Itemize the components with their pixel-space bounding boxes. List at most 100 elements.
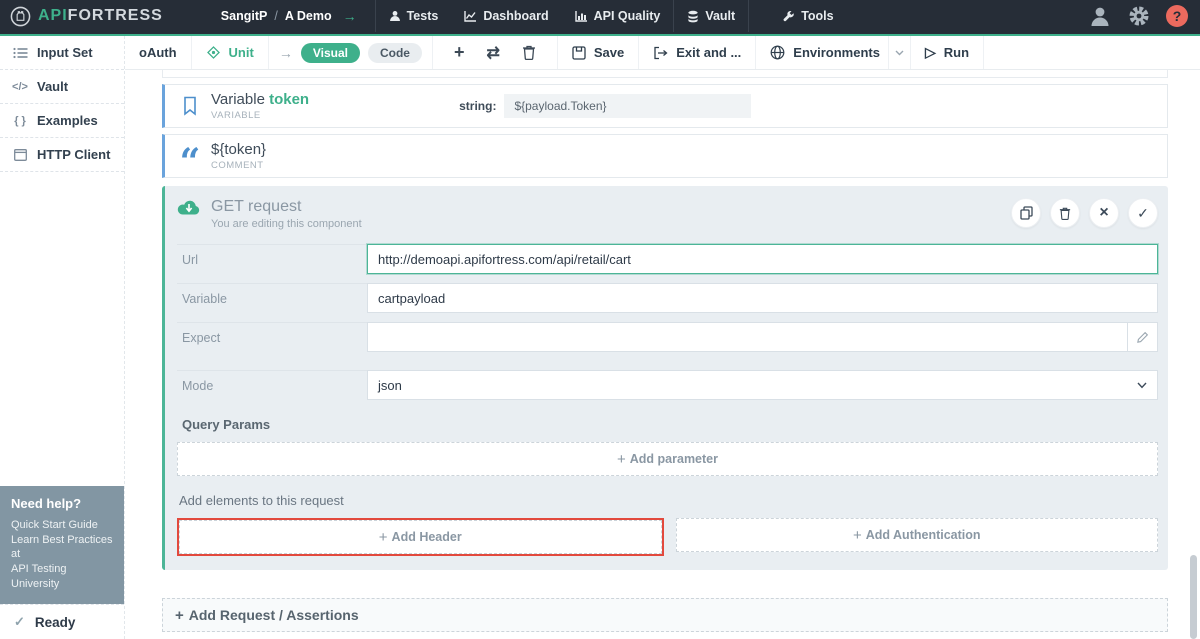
variable-name: token xyxy=(269,91,309,108)
add-component-button[interactable]: + xyxy=(443,42,476,63)
browser-window-icon xyxy=(12,149,28,161)
nav-dashboard[interactable]: Dashboard xyxy=(451,0,561,32)
get-request-title: GET request xyxy=(211,198,362,216)
cloud-download-icon xyxy=(177,198,201,216)
copy-icon xyxy=(1020,206,1033,220)
need-help-title: Need help? xyxy=(11,496,114,511)
help-link-quick-start[interactable]: Quick Start Guide xyxy=(11,518,114,533)
sidebar-item-label: Input Set xyxy=(37,45,93,60)
help-link-university[interactable]: API Testing University xyxy=(11,562,114,592)
sidebar-spacer xyxy=(0,172,124,486)
duplicate-component-button[interactable] xyxy=(1011,198,1041,228)
comment-component-title: ${token} xyxy=(211,141,266,158)
sidebar-item-label: Examples xyxy=(37,113,98,128)
nav-tests[interactable]: Tests xyxy=(376,0,452,32)
unit-tab[interactable]: Unit xyxy=(192,36,269,69)
add-request-assertions-button[interactable]: + Add Request / Assertions xyxy=(162,598,1168,632)
add-authentication-button[interactable]: + Add Authentication xyxy=(676,518,1159,552)
logo-text: APIFORTRESS xyxy=(38,7,163,25)
fortress-logo-icon xyxy=(10,6,31,27)
nav-vault[interactable]: Vault xyxy=(674,0,748,32)
variable-component-type: VARIABLE xyxy=(211,110,309,121)
get-request-edit-panel: GET request You are editing this compone… xyxy=(162,186,1168,570)
close-icon: × xyxy=(1099,204,1108,222)
test-composer-canvas: Variable token VARIABLE string: ${payloa… xyxy=(125,70,1200,639)
expect-field-row: Expect xyxy=(177,322,1158,352)
divider xyxy=(748,0,749,32)
comment-component-card[interactable]: “ ${token} COMMENT xyxy=(162,134,1168,178)
top-navigation-bar: APIFORTRESS SangitP / A Demo → Tests Das… xyxy=(0,0,1200,36)
mode-field-label: Mode xyxy=(177,370,367,400)
expect-input[interactable] xyxy=(367,322,1128,352)
sidebar-item-input-set[interactable]: Input Set xyxy=(0,36,124,70)
check-icon: ✓ xyxy=(14,614,25,630)
swap-arrows-icon: ⇄ xyxy=(486,43,499,63)
plus-icon: + xyxy=(175,607,184,624)
variable-value-field[interactable]: ${payload.Token} xyxy=(504,94,751,118)
top-nav-links: Tests Dashboard API Quality Vault Tools xyxy=(375,0,847,32)
partial-component-card[interactable] xyxy=(162,70,1168,78)
delete-component-button[interactable] xyxy=(1050,198,1080,228)
quote-icon: “ xyxy=(177,153,203,171)
get-request-subtitle: You are editing this component xyxy=(211,218,362,230)
vertical-scrollbar-thumb[interactable] xyxy=(1190,555,1197,639)
nav-api-quality[interactable]: API Quality xyxy=(562,0,674,32)
sidebar-item-label: Vault xyxy=(37,79,68,94)
variable-component-card[interactable]: Variable token VARIABLE string: ${payloa… xyxy=(162,84,1168,128)
breadcrumb[interactable]: SangitP / A Demo → xyxy=(221,8,357,24)
save-button[interactable]: Save xyxy=(558,36,639,69)
visual-mode-button[interactable]: Visual xyxy=(301,43,360,63)
apifortress-logo[interactable]: APIFORTRESS xyxy=(10,6,163,27)
add-header-button[interactable]: + Add Header xyxy=(179,520,662,554)
get-request-header: GET request You are editing this compone… xyxy=(177,198,1158,230)
variable-input[interactable] xyxy=(367,283,1158,313)
help-icon[interactable]: ? xyxy=(1166,5,1188,27)
chevron-down-icon xyxy=(895,50,904,56)
environments-button[interactable]: Environments xyxy=(756,36,911,69)
add-parameter-button[interactable]: + Add parameter xyxy=(177,442,1158,476)
variable-component-text: Variable token VARIABLE xyxy=(211,91,309,121)
query-params-label: Query Params xyxy=(182,417,1158,432)
settings-gear-icon[interactable] xyxy=(1128,5,1150,27)
comment-component-text: ${token} COMMENT xyxy=(211,141,266,171)
variable-field-row: Variable xyxy=(177,283,1158,313)
account-icon[interactable] xyxy=(1088,4,1112,28)
check-icon: ✓ xyxy=(1137,205,1149,222)
save-icon xyxy=(572,46,586,60)
trash-icon xyxy=(1059,207,1071,220)
get-request-actions: × ✓ xyxy=(1011,198,1158,228)
get-request-titles: GET request You are editing this compone… xyxy=(211,198,362,230)
confirm-edit-button[interactable]: ✓ xyxy=(1128,198,1158,228)
line-chart-icon xyxy=(464,10,477,22)
globe-icon xyxy=(770,45,785,60)
url-input[interactable] xyxy=(367,244,1158,274)
delete-component-button[interactable] xyxy=(511,45,547,60)
arrow-right-icon: → xyxy=(279,45,293,61)
breadcrumb-test[interactable]: A Demo xyxy=(285,9,332,23)
code-mode-button[interactable]: Code xyxy=(368,43,422,63)
help-link-best-practices[interactable]: Learn Best Practices at xyxy=(11,533,114,563)
expect-edit-button[interactable] xyxy=(1128,322,1158,352)
run-button[interactable]: ▷ Run xyxy=(911,36,984,69)
breadcrumb-project[interactable]: SangitP xyxy=(221,9,268,23)
exit-button[interactable]: Exit and ... xyxy=(639,36,756,69)
plus-icon: + xyxy=(853,527,862,544)
nav-tools[interactable]: Tools xyxy=(769,0,846,32)
database-icon xyxy=(687,10,699,23)
sidebar-item-vault[interactable]: </> Vault xyxy=(0,70,124,104)
cancel-edit-button[interactable]: × xyxy=(1089,198,1119,228)
mode-select-value: json xyxy=(378,378,402,393)
tab-oauth[interactable]: oAuth xyxy=(125,36,192,69)
breadcrumb-arrow-icon: → xyxy=(343,8,357,24)
unit-icon xyxy=(206,45,221,60)
mode-select[interactable]: json xyxy=(367,370,1158,400)
sidebar-item-label: HTTP Client xyxy=(37,147,110,162)
plus-icon: + xyxy=(379,529,388,546)
environments-dropdown-toggle[interactable] xyxy=(888,36,910,69)
reorder-components-button[interactable]: ⇄ xyxy=(475,43,510,63)
sidebar-item-http-client[interactable]: HTTP Client xyxy=(0,138,124,172)
url-field-label: Url xyxy=(177,244,367,274)
sidebar-item-examples[interactable]: { } Examples xyxy=(0,104,124,138)
breadcrumb-separator: / xyxy=(274,9,277,23)
expect-field-label: Expect xyxy=(177,322,367,352)
